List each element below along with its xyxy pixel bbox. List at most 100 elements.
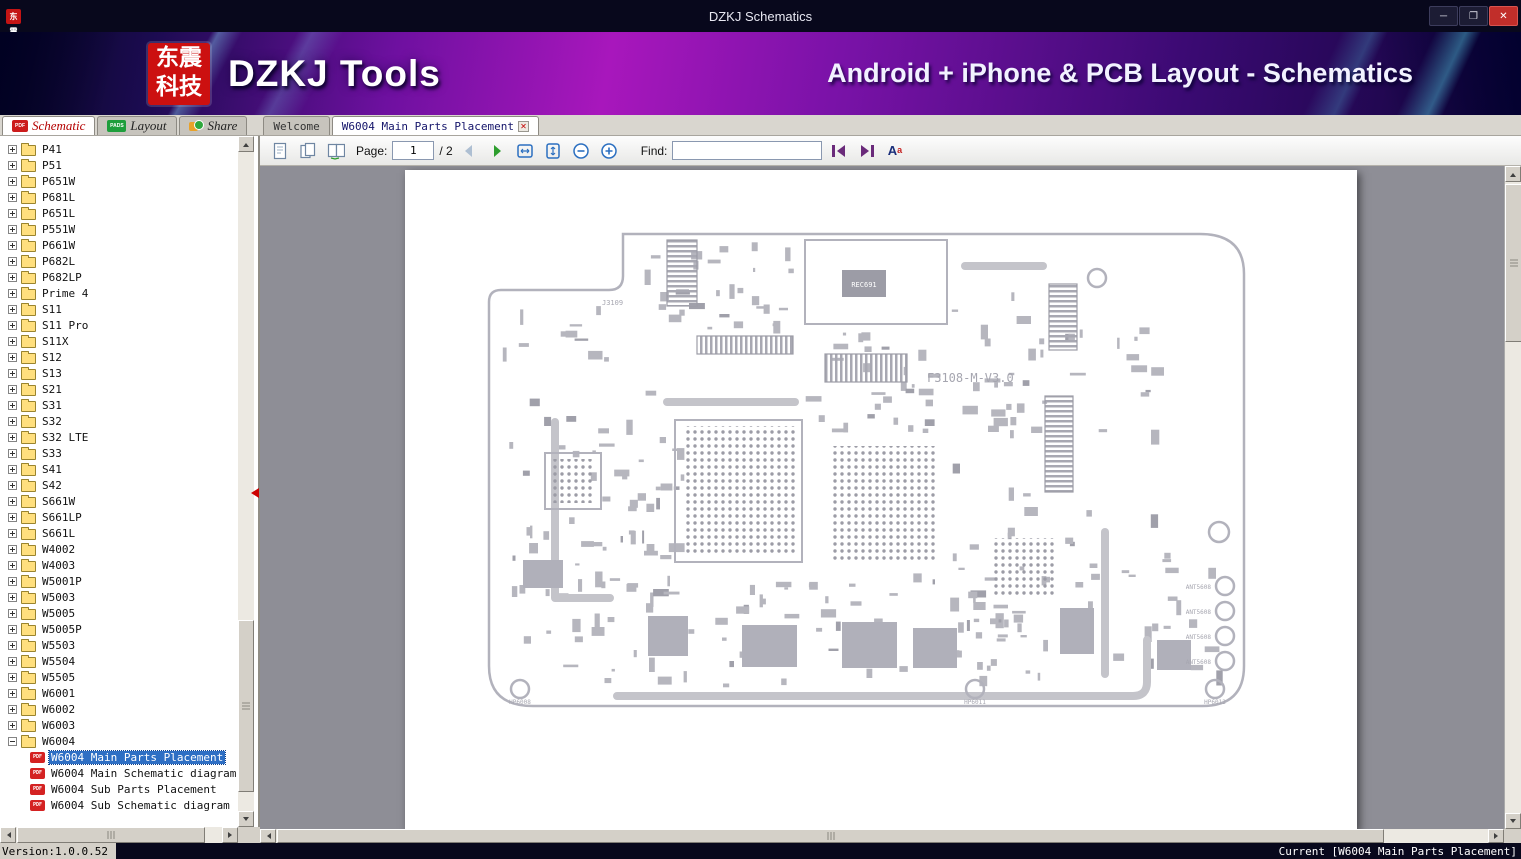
expand-icon[interactable] [8, 672, 17, 682]
single-page-icon[interactable] [268, 139, 291, 162]
expand-icon[interactable] [8, 496, 17, 506]
tree-folder-prime-4[interactable]: Prime 4 [0, 285, 238, 301]
tree-folder-s41[interactable]: S41 [0, 461, 238, 477]
doc-tab-1[interactable]: W6004 Main Parts Placement ✕ [331, 116, 539, 135]
tree-scroll-left-button[interactable] [0, 827, 16, 843]
tree-folder-s13[interactable]: S13 [0, 365, 238, 381]
expand-icon[interactable] [8, 544, 17, 554]
tree-vertical-scrollbar[interactable] [238, 136, 254, 827]
tree-folder-p681l[interactable]: P681L [0, 189, 238, 205]
expand-icon[interactable] [8, 288, 17, 298]
tree-folder-w6004[interactable]: W6004 [0, 733, 238, 749]
expand-icon[interactable] [8, 656, 17, 666]
tree-folder-w5504[interactable]: W5504 [0, 653, 238, 669]
tree-scroll-thumb[interactable] [238, 619, 254, 793]
viewer-scroll-right-button[interactable] [1488, 829, 1504, 843]
viewer-scroll-up-button[interactable] [1505, 166, 1521, 182]
expand-icon[interactable] [8, 464, 17, 474]
tree-folder-s42[interactable]: S42 [0, 477, 238, 493]
tree-folder-s11[interactable]: S11 [0, 301, 238, 317]
tree-scroll-up-button[interactable] [238, 136, 254, 152]
tree-folder-w4003[interactable]: W4003 [0, 557, 238, 573]
tree-folder-w5005p[interactable]: W5005P [0, 621, 238, 637]
expand-icon[interactable] [8, 160, 17, 170]
facing-pages-icon[interactable] [296, 139, 319, 162]
tree-folder-w5001p[interactable]: W5001P [0, 573, 238, 589]
tree-hscroll-thumb[interactable] [17, 827, 205, 843]
zoom-in-icon[interactable] [598, 139, 621, 162]
expand-icon[interactable] [8, 720, 17, 730]
expand-icon[interactable] [8, 576, 17, 586]
tree-folder-s661w[interactable]: S661W [0, 493, 238, 509]
viewer-hscroll-thumb[interactable] [277, 829, 1384, 843]
expand-icon[interactable] [8, 592, 17, 602]
close-button[interactable]: ✕ [1489, 6, 1518, 26]
expand-icon[interactable] [8, 624, 17, 634]
pdf-viewer[interactable]: REC691 ANT5608 ANT5608 ANT5608 ANT5608 H… [260, 166, 1504, 829]
expand-icon[interactable] [8, 224, 17, 234]
find-input[interactable] [672, 141, 823, 160]
tree-folder-s11x[interactable]: S11X [0, 333, 238, 349]
tab-share[interactable]: Share [178, 116, 248, 135]
expand-icon[interactable] [8, 416, 17, 426]
expand-icon[interactable] [8, 560, 17, 570]
tree-document-0[interactable]: PDF W6004 Main Parts Placement [0, 749, 238, 765]
tree-folder-p651l[interactable]: P651L [0, 205, 238, 221]
book-view-icon[interactable] [324, 139, 347, 162]
page-number-input[interactable] [392, 141, 435, 160]
expand-icon[interactable] [8, 432, 17, 442]
expand-icon[interactable] [8, 512, 17, 522]
tree-horizontal-scrollbar[interactable] [0, 827, 238, 843]
viewer-horizontal-scrollbar[interactable] [260, 829, 1504, 843]
tree-folder-p661w[interactable]: P661W [0, 237, 238, 253]
collapse-icon[interactable] [8, 736, 17, 746]
tree-folder-s32[interactable]: S32 [0, 413, 238, 429]
previous-page-icon[interactable] [458, 139, 481, 162]
expand-icon[interactable] [8, 304, 17, 314]
tab-close-icon[interactable]: ✕ [517, 120, 529, 132]
expand-icon[interactable] [8, 256, 17, 266]
tree-folder-s31[interactable]: S31 [0, 397, 238, 413]
expand-icon[interactable] [8, 640, 17, 650]
tree-folder-p682l[interactable]: P682L [0, 253, 238, 269]
tree-folder-w4002[interactable]: W4002 [0, 541, 238, 557]
tree-folder-s33[interactable]: S33 [0, 445, 238, 461]
expand-icon[interactable] [8, 144, 17, 154]
tree-folder-s661lp[interactable]: S661LP [0, 509, 238, 525]
tree-folder-s21[interactable]: S21 [0, 381, 238, 397]
tree-folder-p41[interactable]: P41 [0, 141, 238, 157]
tree-scroll-right-button[interactable] [222, 827, 238, 843]
expand-icon[interactable] [8, 528, 17, 538]
expand-icon[interactable] [8, 352, 17, 362]
tree-folder-s12[interactable]: S12 [0, 349, 238, 365]
find-previous-icon[interactable] [827, 139, 850, 162]
tree-folder-p682lp[interactable]: P682LP [0, 269, 238, 285]
tree-document-3[interactable]: PDF W6004 Sub Schematic diagram [0, 797, 238, 813]
tree-scroll-down-button[interactable] [238, 811, 254, 827]
zoom-out-icon[interactable] [570, 139, 593, 162]
tree-folder-p651w[interactable]: P651W [0, 173, 238, 189]
expand-icon[interactable] [8, 400, 17, 410]
expand-icon[interactable] [8, 448, 17, 458]
tab-layout[interactable]: PADS Layout [97, 116, 177, 135]
tree-folder-w6003[interactable]: W6003 [0, 717, 238, 733]
expand-icon[interactable] [8, 320, 17, 330]
sidebar-collapse-arrow[interactable] [246, 488, 259, 498]
expand-icon[interactable] [8, 240, 17, 250]
tree-folder-p51[interactable]: P51 [0, 157, 238, 173]
tree-folder-w6001[interactable]: W6001 [0, 685, 238, 701]
viewer-scroll-left-button[interactable] [260, 829, 276, 843]
expand-icon[interactable] [8, 192, 17, 202]
match-case-icon[interactable]: Aa [883, 139, 906, 162]
tree-document-1[interactable]: PDF W6004 Main Schematic diagram [0, 765, 238, 781]
expand-icon[interactable] [8, 480, 17, 490]
tree-folder-w5505[interactable]: W5505 [0, 669, 238, 685]
tab-schematic[interactable]: PDF Schematic [2, 116, 96, 135]
tree-folder-s661l[interactable]: S661L [0, 525, 238, 541]
tree-folder-w5503[interactable]: W5503 [0, 637, 238, 653]
fit-page-icon[interactable] [542, 139, 565, 162]
tree-folder-w5003[interactable]: W5003 [0, 589, 238, 605]
viewer-vertical-scrollbar[interactable] [1504, 166, 1521, 829]
expand-icon[interactable] [8, 272, 17, 282]
doc-tab-0[interactable]: Welcome [263, 116, 330, 135]
